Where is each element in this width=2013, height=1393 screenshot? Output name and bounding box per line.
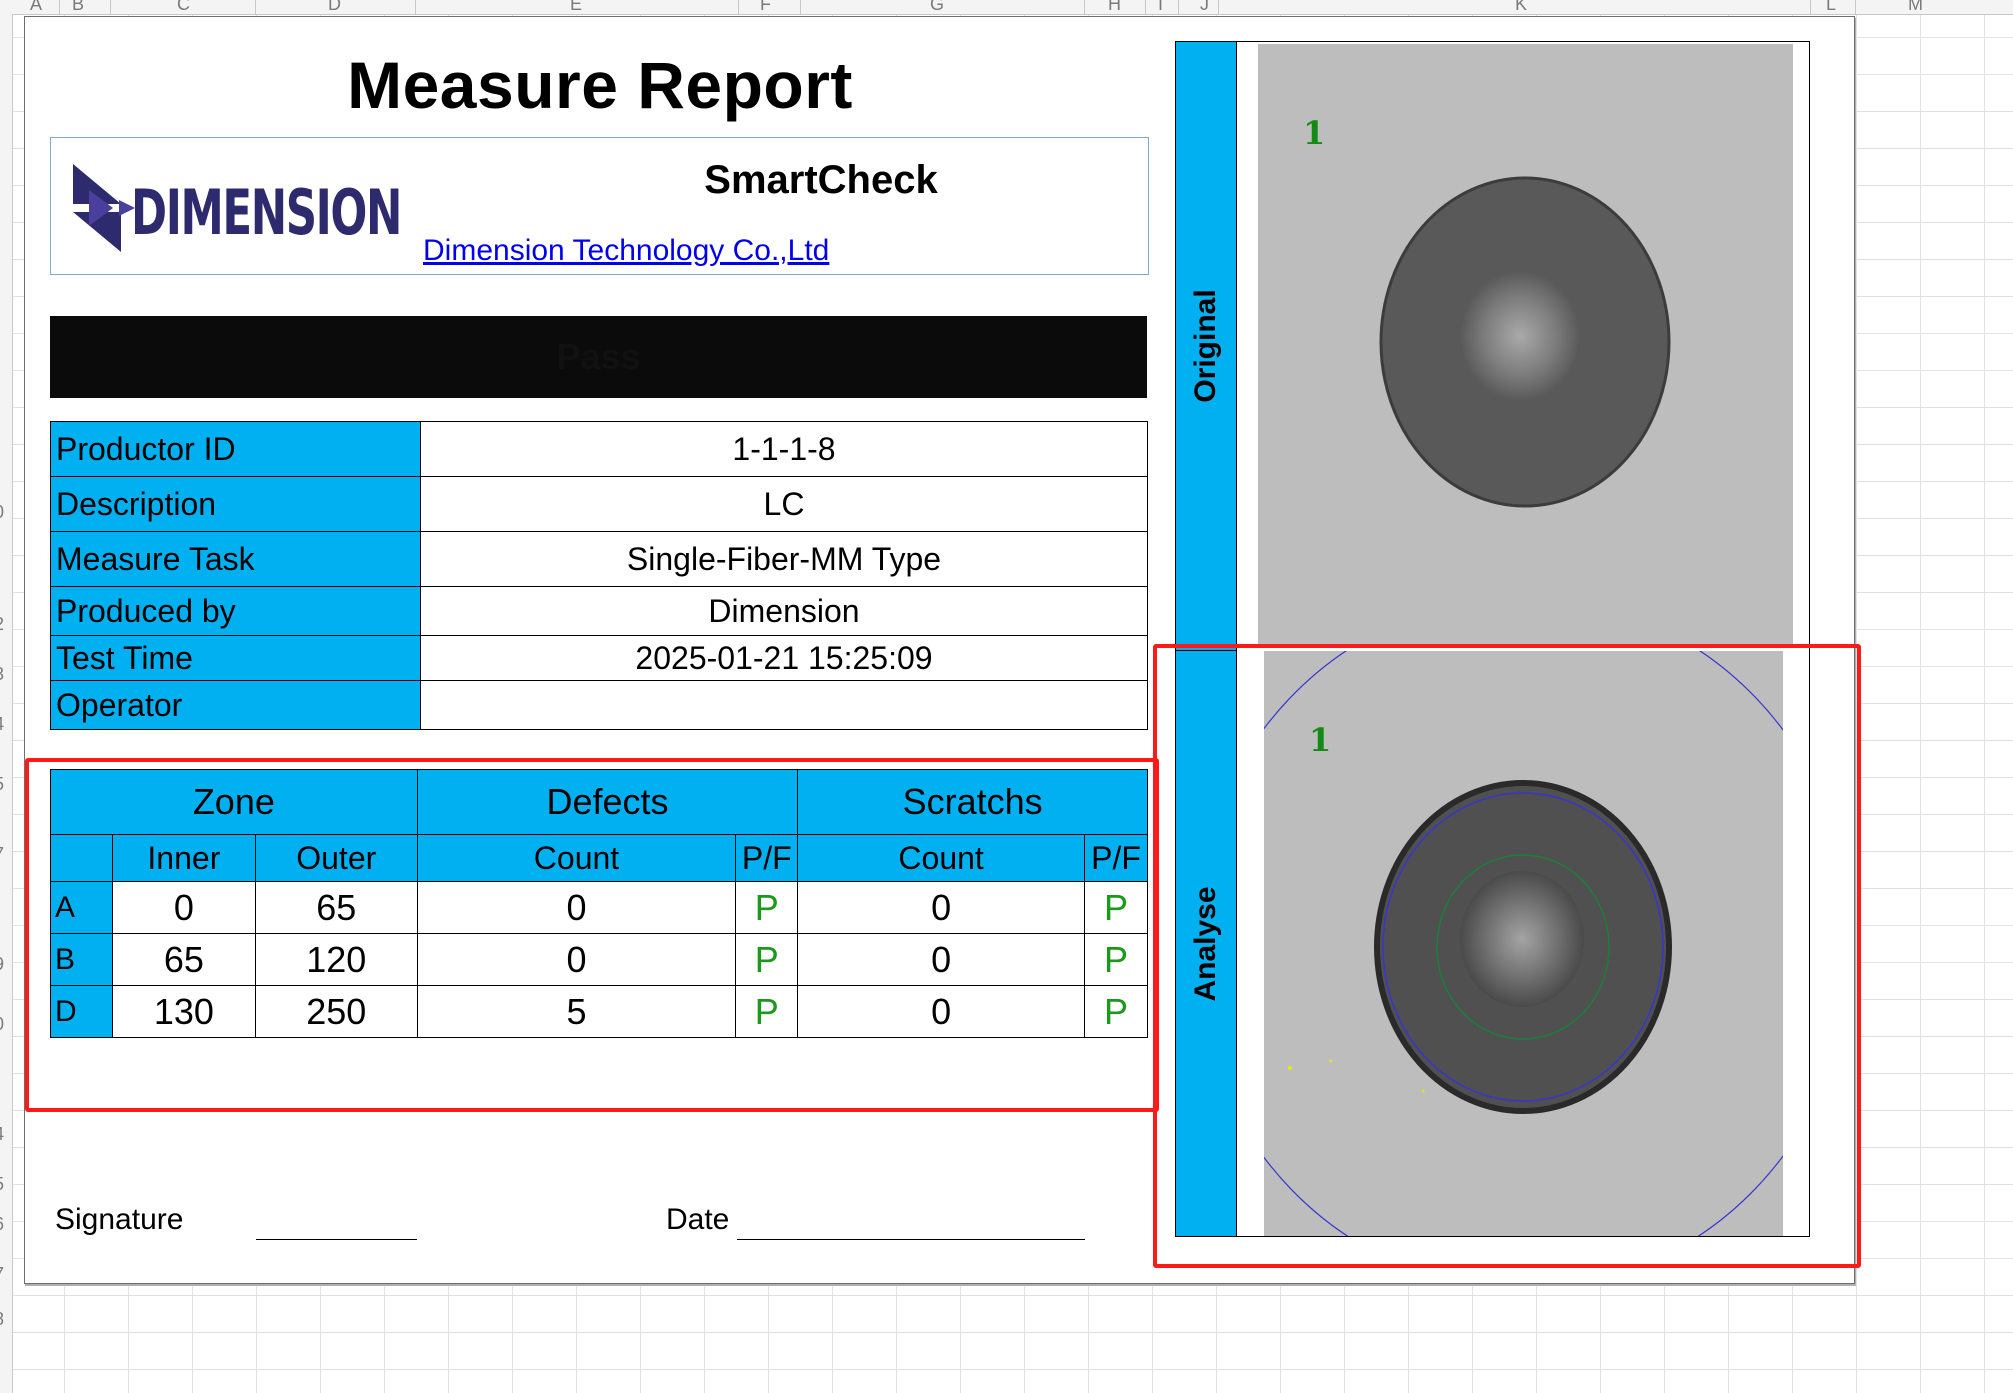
info-label: Test Time (50, 635, 421, 681)
row-number[interactable]: 5 (0, 1174, 4, 1195)
row-number[interactable]: 5 (0, 774, 4, 795)
row-number[interactable]: 6 (0, 1214, 4, 1235)
row-number[interactable]: 2 (0, 614, 4, 635)
column-header-bar: A B C D E F G H I J K L M (0, 0, 2013, 15)
result-status: Pass (556, 336, 641, 377)
info-label: Produced by (50, 586, 421, 636)
row-number[interactable]: 0 (0, 1014, 4, 1035)
report-title: Measure Report (347, 48, 853, 122)
logo-wordmark: DIMENSION (131, 176, 401, 249)
column-letter-i[interactable]: I (1158, 0, 1163, 14)
dimension-logo-icon: DIMENSION (73, 164, 403, 252)
info-value[interactable]: 1-1-1-8 (420, 421, 1148, 477)
info-label: Operator (50, 680, 421, 730)
column-letter-k[interactable]: K (1515, 0, 1527, 14)
original-tab-label: Original (1189, 289, 1222, 403)
column-letter-l[interactable]: L (1826, 0, 1836, 14)
info-value[interactable]: 2025-01-21 15:25:09 (420, 635, 1148, 681)
row-number[interactable]: 0 (0, 502, 4, 523)
info-row: Description LC (50, 476, 1148, 532)
info-row: Operator (50, 680, 1148, 730)
info-table: Productor ID 1-1-1-8 Description LC Meas… (50, 421, 1148, 730)
column-letter-m[interactable]: M (1908, 0, 1923, 14)
company-link[interactable]: Dimension Technology Co.,Ltd (423, 234, 829, 268)
info-value[interactable]: LC (420, 476, 1148, 532)
signature-label: Signature (55, 1203, 184, 1236)
original-marker: 1 (1303, 114, 1325, 152)
row-number[interactable]: 8 (0, 1309, 4, 1330)
company-header: DIMENSION SmartCheck Dimension Technolog… (50, 137, 1149, 275)
date-label: Date (666, 1203, 730, 1236)
column-letter-c[interactable]: C (177, 0, 190, 14)
column-letter-a[interactable]: A (30, 0, 42, 14)
info-label: Measure Task (50, 531, 421, 587)
column-letter-g[interactable]: G (930, 0, 944, 14)
info-label: Description (50, 476, 421, 532)
row-number[interactable]: 7 (0, 1264, 4, 1285)
info-row: Measure Task Single-Fiber-MM Type (50, 531, 1148, 587)
highlight-box-zone-table (25, 758, 1159, 1112)
column-letter-e[interactable]: E (570, 0, 582, 14)
original-fiber-image[interactable]: 1 (1258, 44, 1793, 646)
info-value[interactable]: Single-Fiber-MM Type (420, 531, 1148, 587)
row-number[interactable]: 3 (0, 664, 4, 685)
column-letter-h[interactable]: H (1108, 0, 1121, 14)
product-name: SmartCheck (704, 158, 938, 202)
info-row: Produced by Dimension (50, 586, 1148, 636)
row-header-bar: 0 2 3 4 5 7 9 0 4 5 6 7 8 (0, 14, 13, 1393)
column-letter-f[interactable]: F (760, 0, 771, 14)
column-letter-b[interactable]: B (72, 0, 84, 14)
row-number[interactable]: 4 (0, 714, 4, 735)
row-number[interactable]: 4 (0, 1124, 4, 1145)
original-tab: Original (1176, 42, 1237, 651)
info-row: Test Time 2025-01-21 15:25:09 (50, 635, 1148, 681)
info-label: Productor ID (50, 421, 421, 477)
column-letter-d[interactable]: D (328, 0, 341, 14)
info-row: Productor ID 1-1-1-8 (50, 421, 1148, 477)
result-bar: Pass (50, 316, 1147, 398)
info-value[interactable]: Dimension (420, 586, 1148, 636)
info-value[interactable] (420, 680, 1148, 730)
row-number[interactable]: 7 (0, 844, 4, 865)
highlight-box-analyse-image (1153, 644, 1861, 1268)
row-number[interactable]: 9 (0, 954, 4, 975)
column-letter-j[interactable]: J (1200, 0, 1209, 14)
date-field[interactable] (737, 1239, 1085, 1240)
signature-field[interactable] (256, 1239, 417, 1240)
